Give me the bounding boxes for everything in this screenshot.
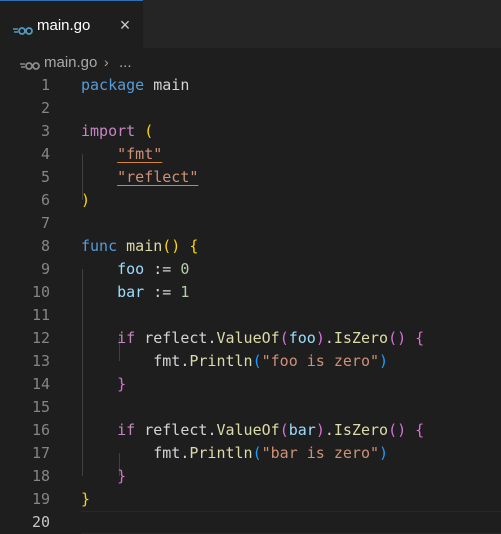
code-line: 7 xyxy=(0,212,501,235)
line-number: 8 xyxy=(40,237,50,255)
function-call: ValueOf xyxy=(216,329,280,347)
variable: foo xyxy=(117,260,145,278)
package-ref: fmt xyxy=(153,352,181,370)
code-line: 8 func main() { xyxy=(0,235,501,258)
code-line: 10 bar := 1 xyxy=(0,281,501,304)
breadcrumb: main.go › ... xyxy=(0,48,501,76)
code-editor[interactable]: 1 package main 2 3 import ( 4 "fmt" 5 "r… xyxy=(0,74,501,534)
bracket: } xyxy=(117,375,127,393)
code-line: 14 } xyxy=(0,373,501,396)
line-number: 1 xyxy=(40,76,50,94)
bracket: () xyxy=(162,237,181,255)
keyword: func xyxy=(81,237,118,255)
chevron-right-icon: › xyxy=(104,54,109,70)
function-call: Println xyxy=(189,352,253,370)
close-icon[interactable]: × xyxy=(118,15,132,35)
go-file-icon xyxy=(20,57,40,75)
tab-bar: main.go × xyxy=(0,0,501,48)
string: "bar is zero" xyxy=(261,444,380,462)
function-call: ValueOf xyxy=(216,421,280,439)
line-number: 2 xyxy=(40,99,50,117)
line-number: 11 xyxy=(31,306,50,324)
tab-label: main.go xyxy=(37,17,91,34)
string: "reflect" xyxy=(117,168,199,186)
code-line: 13 fmt.Println("foo is zero") xyxy=(0,350,501,373)
keyword: if xyxy=(117,329,136,347)
code-line: 4 "fmt" xyxy=(0,143,501,166)
code-line: 16 if reflect.ValueOf(bar).IsZero() { xyxy=(0,419,501,442)
code-line: 11 xyxy=(0,304,501,327)
code-line: 15 xyxy=(0,396,501,419)
variable: foo xyxy=(288,329,316,347)
bracket: { xyxy=(189,237,199,255)
string: "foo is zero" xyxy=(261,352,380,370)
number: 0 xyxy=(180,260,190,278)
operator: := xyxy=(144,260,181,278)
package-ref: fmt xyxy=(153,444,181,462)
line-number: 17 xyxy=(31,444,50,462)
line-number: 12 xyxy=(31,329,50,347)
line-number: 5 xyxy=(40,168,50,186)
code-line: 5 "reflect" xyxy=(0,166,501,189)
line-number: 9 xyxy=(40,260,50,278)
variable: bar xyxy=(288,421,316,439)
function-name: main xyxy=(126,237,163,255)
bracket: } xyxy=(117,467,127,485)
breadcrumb-more[interactable]: ... xyxy=(119,54,132,71)
package-ref: reflect xyxy=(144,329,208,347)
operator: := xyxy=(144,283,181,301)
code-line: 12 if reflect.ValueOf(foo).IsZero() { xyxy=(0,327,501,350)
current-line-highlight xyxy=(81,511,501,534)
bracket: } xyxy=(81,490,91,508)
package-ref: reflect xyxy=(144,421,208,439)
variable: bar xyxy=(117,283,145,301)
line-number: 15 xyxy=(31,398,50,416)
line-number: 20 xyxy=(31,513,50,531)
line-number: 7 xyxy=(40,214,50,232)
number: 1 xyxy=(180,283,190,301)
function-call: IsZero xyxy=(333,421,389,439)
string: "fmt" xyxy=(117,145,163,163)
bracket: { xyxy=(415,421,425,439)
code-line: 9 foo := 0 xyxy=(0,258,501,281)
line-number: 16 xyxy=(31,421,50,439)
bracket: ( xyxy=(144,122,154,140)
line-number: 4 xyxy=(40,145,50,163)
line-number: 14 xyxy=(31,375,50,393)
code-line: 6 ) xyxy=(0,189,501,212)
code-line: 3 import ( xyxy=(0,120,501,143)
line-number: 18 xyxy=(31,467,50,485)
breadcrumb-file[interactable]: main.go xyxy=(44,54,97,71)
keyword: if xyxy=(117,421,136,439)
code-line: 18 } xyxy=(0,465,501,488)
code-line: 19 } xyxy=(0,488,501,511)
line-number: 3 xyxy=(40,122,50,140)
bracket: ) xyxy=(81,191,91,209)
function-call: IsZero xyxy=(333,329,389,347)
line-number: 10 xyxy=(31,283,50,301)
function-call: Println xyxy=(189,444,253,462)
line-number: 19 xyxy=(31,490,50,508)
package-name: main xyxy=(153,76,190,94)
bracket: { xyxy=(415,329,425,347)
tab-main-go[interactable]: main.go × xyxy=(0,0,143,48)
keyword: package xyxy=(81,76,145,94)
line-number: 13 xyxy=(31,352,50,370)
go-file-icon xyxy=(13,22,33,40)
keyword: import xyxy=(81,122,136,140)
code-line: 17 fmt.Println("bar is zero") xyxy=(0,442,501,465)
code-line: 1 package main xyxy=(0,74,501,97)
code-line: 2 xyxy=(0,97,501,120)
line-number: 6 xyxy=(40,191,50,209)
code-line-active: 20 xyxy=(0,511,501,534)
